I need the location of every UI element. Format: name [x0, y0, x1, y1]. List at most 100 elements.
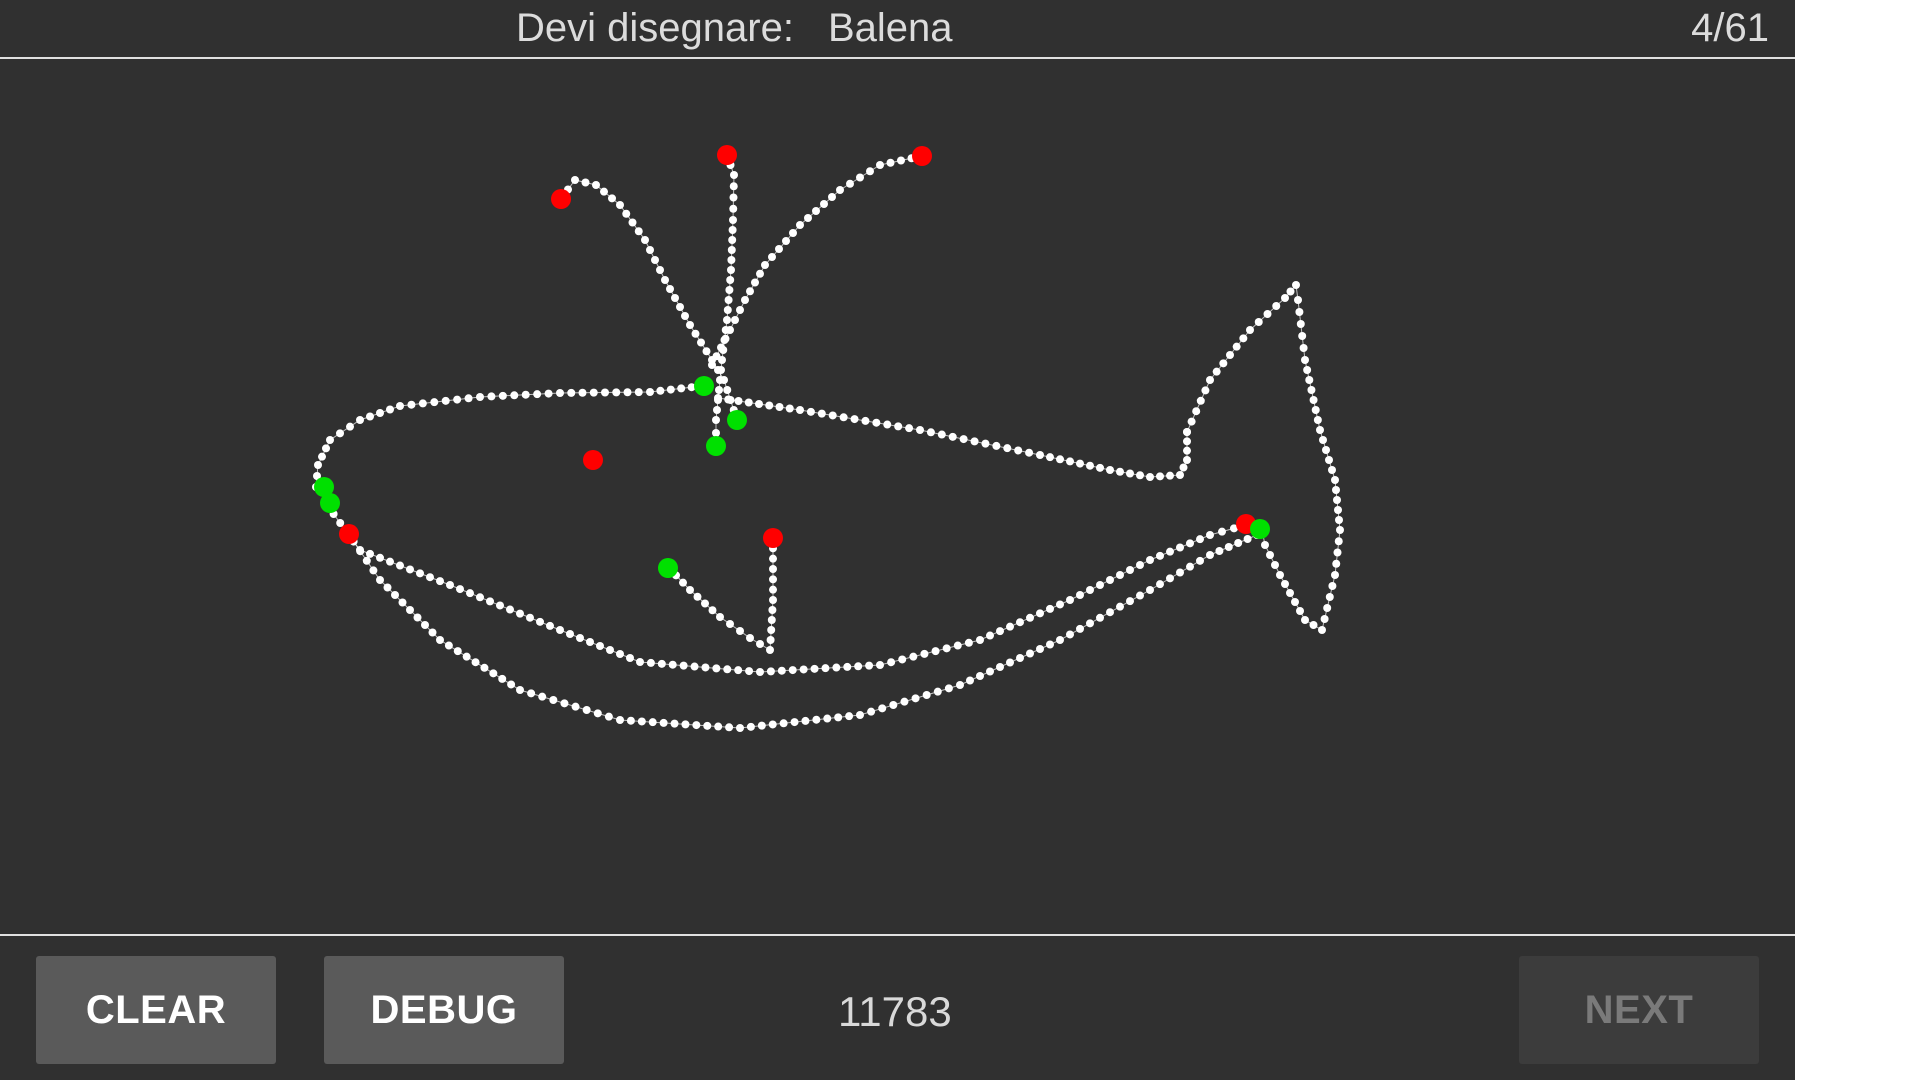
- stroke-point: [726, 620, 734, 628]
- stroke-point: [768, 253, 776, 261]
- stroke-point: [1014, 446, 1023, 455]
- stroke-point: [723, 665, 732, 674]
- stroke-point: [775, 245, 783, 253]
- stroke-point: [751, 278, 759, 287]
- stroke-point: [866, 167, 874, 176]
- stroke-point: [407, 400, 416, 409]
- stroke-point: [646, 388, 654, 396]
- stroke-point: [931, 647, 940, 656]
- stroke-point: [1234, 539, 1243, 547]
- stroke-line: [711, 155, 923, 366]
- header-bar: Devi disegnare: Balena 4/61: [0, 0, 1795, 59]
- debug-button[interactable]: DEBUG: [324, 956, 564, 1064]
- stroke-point: [723, 386, 732, 394]
- stroke-point: [626, 716, 635, 725]
- stroke-point: [714, 722, 723, 731]
- stroke-point: [604, 712, 613, 721]
- stroke-point: [1176, 543, 1184, 552]
- clear-button[interactable]: CLEAR: [36, 956, 276, 1064]
- stroke-point: [336, 429, 344, 438]
- stroke-point: [1263, 310, 1272, 318]
- stroke-point: [766, 636, 775, 644]
- stroke-point: [681, 720, 690, 729]
- stroke-point: [1086, 619, 1094, 628]
- sketch-svg[interactable]: [0, 59, 1795, 934]
- stroke-point: [856, 711, 864, 719]
- stroke-point: [1334, 537, 1343, 546]
- stroke-point: [768, 606, 777, 614]
- stroke-point: [1156, 551, 1164, 560]
- stroke-point: [1025, 448, 1034, 457]
- stroke-point: [1272, 302, 1281, 310]
- stroke-point: [836, 186, 844, 194]
- drawing-canvas[interactable]: [0, 59, 1795, 934]
- stroke-belly-lower: [343, 528, 1261, 732]
- stroke-point: [1116, 602, 1124, 611]
- stroke-point: [686, 586, 694, 594]
- stroke-point: [708, 606, 717, 615]
- stroke-point: [668, 660, 677, 669]
- stroke-point: [336, 519, 345, 527]
- stroke-point: [728, 236, 737, 244]
- stroke-end-marker: [551, 189, 571, 209]
- stroke-point: [1106, 466, 1114, 474]
- stroke-point: [578, 388, 587, 397]
- stroke-point: [480, 663, 489, 672]
- stroke-point: [806, 407, 815, 416]
- stroke-point: [386, 557, 394, 566]
- stroke-point: [1336, 526, 1344, 534]
- stroke-point: [693, 592, 702, 601]
- stroke-point: [756, 269, 764, 278]
- stroke-point: [556, 626, 564, 634]
- stroke-point: [846, 179, 854, 188]
- stroke-point: [703, 721, 712, 730]
- stroke-point: [571, 702, 580, 711]
- stroke-point: [636, 658, 644, 666]
- stroke-point: [510, 391, 519, 400]
- stroke-spout-center: [712, 151, 738, 450]
- stroke-point: [729, 204, 738, 213]
- stroke-point: [1076, 591, 1084, 599]
- stroke-point: [1006, 658, 1014, 667]
- stroke-start-marker: [694, 376, 714, 396]
- stroke-point: [1325, 593, 1334, 601]
- stroke-point: [600, 187, 608, 196]
- stroke-point: [992, 441, 1001, 450]
- stroke-point: [436, 636, 444, 644]
- stroke-point: [1183, 437, 1191, 446]
- stroke-point: [670, 719, 679, 728]
- stroke-point: [1254, 318, 1263, 326]
- stroke-point: [746, 287, 754, 296]
- stroke-point: [769, 596, 777, 604]
- stroke-point: [726, 326, 734, 334]
- stroke-point: [721, 334, 730, 343]
- stroke-point: [1166, 574, 1174, 583]
- stroke-point: [471, 658, 480, 667]
- stroke-point: [1206, 376, 1214, 384]
- stroke-point: [1206, 531, 1214, 539]
- stroke-point: [1026, 649, 1034, 658]
- stroke-point: [767, 626, 776, 634]
- stroke-point: [916, 426, 924, 434]
- stroke-point: [769, 565, 777, 573]
- stroke-point: [755, 400, 763, 408]
- stroke-point: [876, 661, 884, 669]
- stroke-point: [616, 716, 624, 724]
- stroke-point: [944, 684, 953, 693]
- stroke-point: [546, 621, 554, 630]
- stroke-point: [326, 436, 334, 444]
- stroke-point: [905, 424, 914, 433]
- stroke-point: [756, 668, 764, 676]
- stroke-point: [850, 415, 859, 424]
- stroke-point: [812, 207, 820, 215]
- stroke-point: [506, 605, 514, 614]
- stroke-point: [396, 561, 404, 570]
- stroke-point: [1183, 456, 1191, 464]
- stroke-point: [386, 405, 394, 414]
- stroke-point: [708, 361, 716, 369]
- app-window: Devi disegnare: Balena 4/61 CLEAR DEBUG 1…: [0, 0, 1795, 1080]
- drawing-prompt: Devi disegnare: Balena: [516, 6, 953, 51]
- next-button[interactable]: NEXT: [1519, 956, 1759, 1064]
- stroke-point: [756, 640, 764, 648]
- stroke-point: [576, 634, 584, 642]
